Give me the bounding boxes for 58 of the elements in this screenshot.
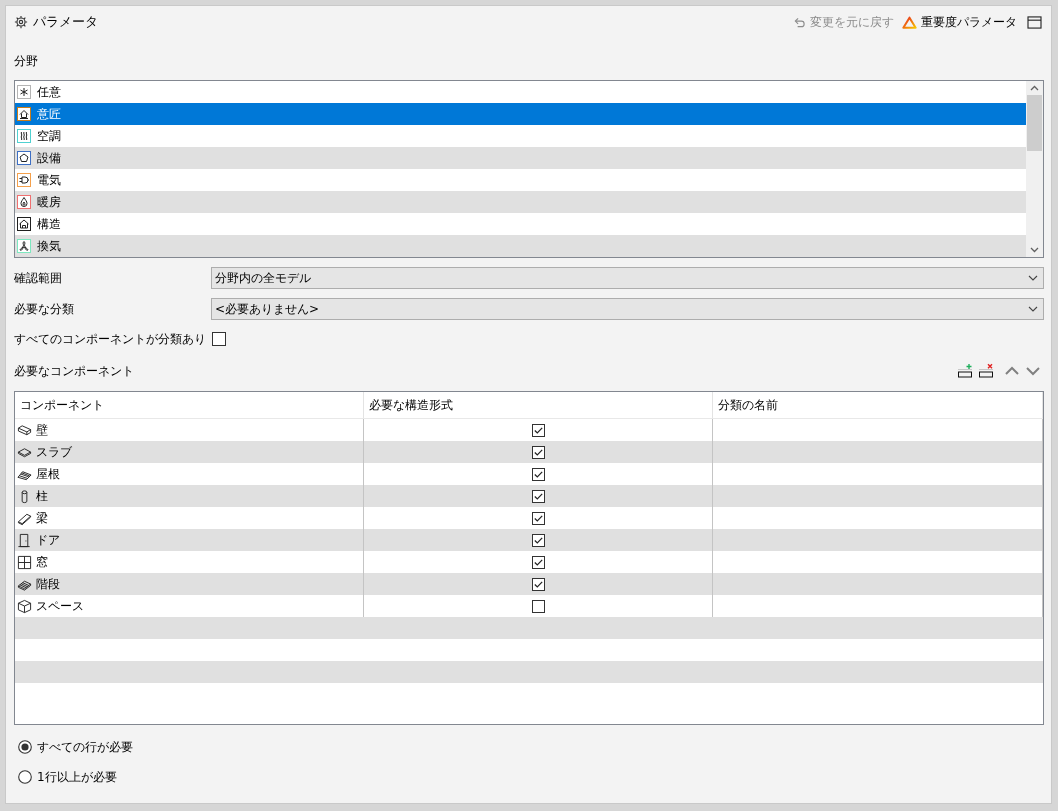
component-name: 窓 (36, 553, 48, 571)
list-item[interactable]: 換気 (15, 235, 1026, 257)
checkbox[interactable] (531, 577, 545, 591)
chevron-down-icon (1028, 275, 1038, 281)
list-item[interactable]: 設備 (15, 147, 1026, 169)
radio-option[interactable]: 1行以上が必要 (14, 769, 117, 785)
settings-icon (14, 15, 28, 29)
checkbox[interactable] (212, 332, 226, 346)
field-label: 確認範囲 (14, 269, 62, 287)
section-label: 必要なコンポーネント (14, 363, 134, 379)
chevron-down-icon (1028, 306, 1038, 312)
list-item[interactable]: 暖房 (15, 191, 1026, 213)
radio-button[interactable] (18, 770, 32, 784)
remove-row-button[interactable] (978, 363, 994, 379)
dropdown[interactable]: 分野内の全モデル (211, 267, 1044, 289)
chevron-down-icon[interactable] (1030, 247, 1039, 253)
dropdown[interactable]: <必要ありません> (211, 298, 1044, 320)
checkbox[interactable] (531, 423, 545, 437)
checkbox[interactable] (531, 467, 545, 481)
add-row-icon (957, 363, 973, 379)
panel-title: パラメータ (33, 13, 98, 31)
chevron-up-icon[interactable] (1030, 85, 1039, 91)
section-label: 分野 (14, 53, 38, 69)
window-icon (1027, 15, 1042, 29)
scrollbar[interactable] (1026, 81, 1043, 257)
component-name: 梁 (36, 509, 48, 527)
block-icon (17, 422, 32, 438)
checkbox[interactable] (531, 533, 545, 547)
severity-parameters-button[interactable]: 重要度パラメータ (902, 13, 1017, 31)
checkbox[interactable] (531, 599, 545, 613)
field-label: 必要な分類 (14, 300, 74, 318)
window-icon (17, 554, 32, 570)
scrollbar-thumb[interactable] (1027, 95, 1042, 151)
add-row-button[interactable] (957, 363, 973, 379)
component-name: 柱 (36, 487, 48, 505)
checkbox[interactable] (531, 555, 545, 569)
radio-button[interactable] (18, 740, 32, 754)
checkbox[interactable] (531, 445, 545, 459)
radio-option[interactable]: すべての行が必要 (14, 739, 133, 755)
list-item[interactable]: 意匠 (15, 103, 1026, 125)
component-name: 壁 (36, 421, 48, 439)
door-icon (17, 532, 32, 548)
checkbox[interactable] (531, 511, 545, 525)
column-header[interactable]: コンポーネント (15, 392, 364, 418)
column-header[interactable]: 分類の名前 (713, 392, 1043, 418)
component-name: スラブ (36, 443, 72, 461)
warning-icon (902, 15, 917, 29)
checkbox[interactable] (531, 489, 545, 503)
component-name: 階段 (36, 575, 60, 593)
column-header[interactable]: 必要な構造形式 (364, 392, 713, 418)
cube-icon (17, 598, 32, 614)
undo-icon (793, 15, 806, 29)
field-label: すべてのコンポーネントが分類あり (14, 330, 206, 348)
component-name: ドア (36, 531, 60, 549)
window-button[interactable] (1027, 15, 1042, 29)
component-name: 屋根 (36, 465, 60, 483)
component-name: スペース (36, 597, 84, 615)
remove-row-icon (978, 363, 994, 379)
